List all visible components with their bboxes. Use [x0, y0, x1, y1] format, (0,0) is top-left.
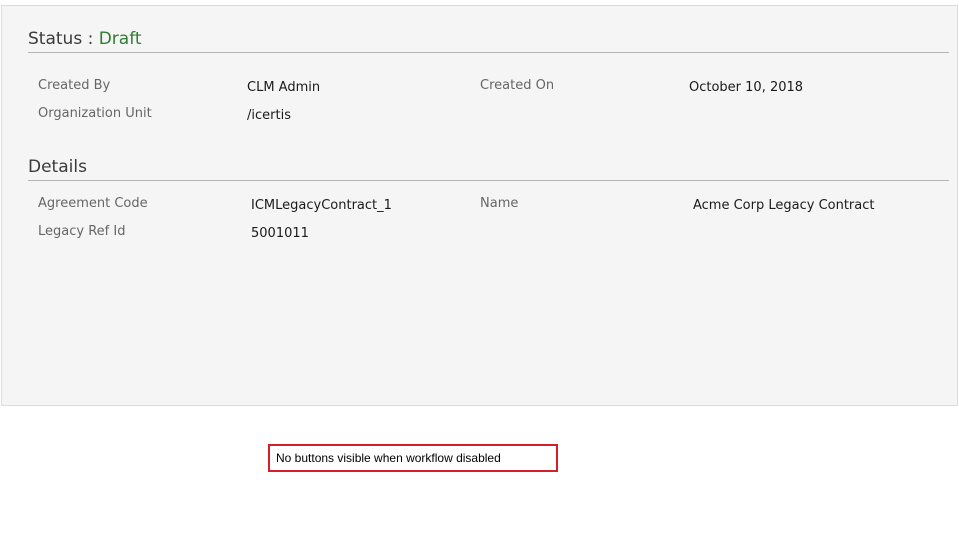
agreement-code-value: ICMLegacyContract_1 — [251, 198, 392, 213]
status-header: Status : Draft — [28, 28, 949, 53]
agreement-details-panel: Status : Draft Created By CLM Admin Crea… — [1, 5, 958, 406]
details-header: Details — [28, 156, 949, 181]
name-value: Acme Corp Legacy Contract — [693, 198, 875, 213]
organization-unit-label: Organization Unit — [38, 106, 152, 121]
created-on-value: October 10, 2018 — [689, 80, 804, 95]
legacy-ref-id-value: 5001011 — [251, 226, 309, 241]
name-label: Name — [480, 196, 519, 211]
agreement-code-label: Agreement Code — [38, 196, 148, 211]
status-label: Status : — [28, 29, 94, 49]
status-value: Draft — [98, 29, 142, 49]
organization-unit-value: /icertis — [247, 108, 291, 123]
details-title: Details — [28, 157, 87, 177]
annotation-note: No buttons visible when workflow disable… — [268, 444, 558, 472]
created-on-label: Created On — [480, 78, 555, 93]
created-by-value: CLM Admin — [247, 80, 321, 95]
created-by-label: Created By — [38, 78, 111, 93]
legacy-ref-id-label: Legacy Ref Id — [38, 224, 126, 239]
